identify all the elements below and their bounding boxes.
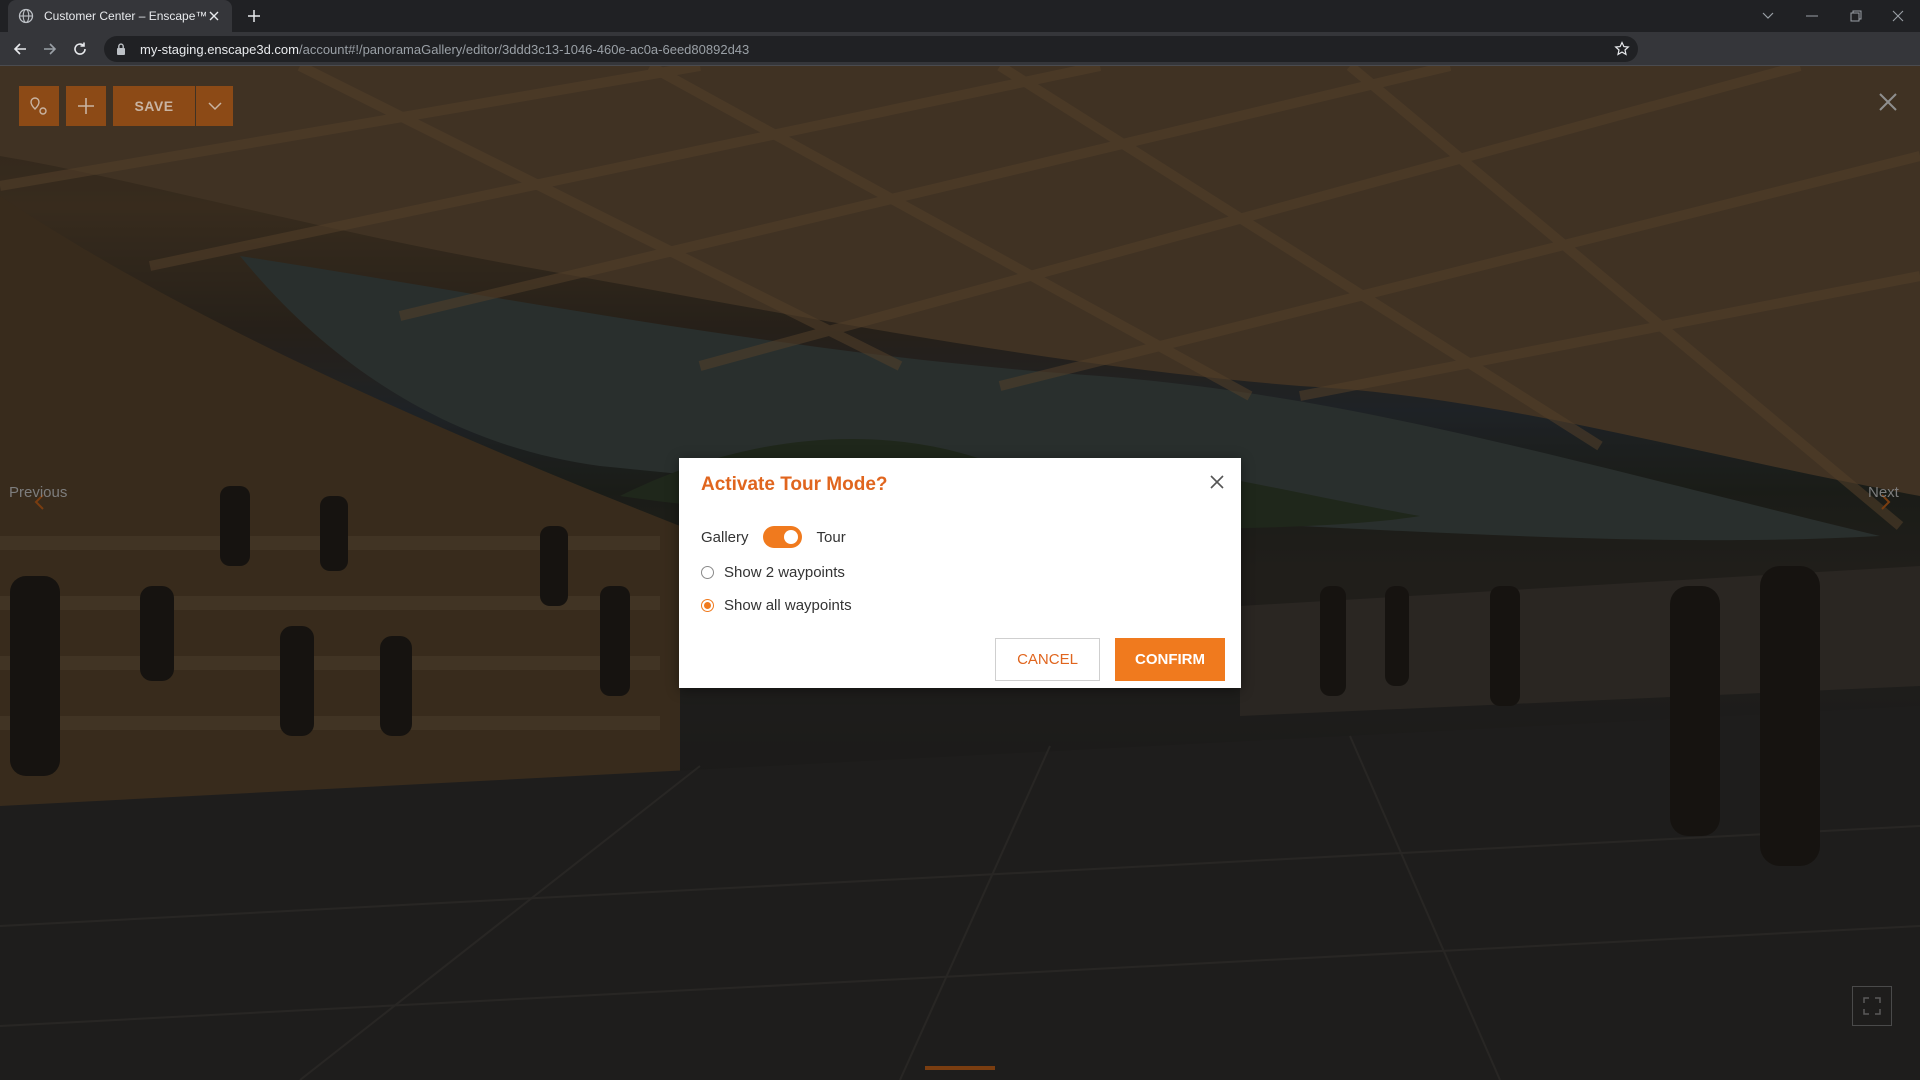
- chevron-down-icon: [207, 101, 222, 111]
- chevron-down-icon[interactable]: [1748, 0, 1788, 32]
- mode-toggle[interactable]: [762, 526, 802, 548]
- url-input[interactable]: my-staging.enscape3d.com/account#!/panor…: [104, 36, 1638, 62]
- save-button[interactable]: SAVE: [113, 86, 195, 126]
- gallery-label: Gallery: [701, 528, 749, 546]
- fullscreen-button[interactable]: [1852, 986, 1892, 1026]
- reload-icon[interactable]: [68, 37, 92, 61]
- radio-button[interactable]: [701, 599, 714, 612]
- radio-button[interactable]: [701, 566, 714, 579]
- toggle-knob: [783, 530, 798, 544]
- minimize-icon[interactable]: [1792, 0, 1832, 32]
- dialog-title: Activate Tour Mode?: [701, 474, 888, 495]
- add-button[interactable]: [66, 86, 106, 126]
- activate-tour-mode-dialog: Activate Tour Mode? Gallery Tour Show 2 …: [679, 458, 1241, 688]
- fullscreen-icon: [1863, 997, 1881, 1015]
- add-waypoint-button[interactable]: [19, 86, 59, 126]
- location-pin-icon: [28, 95, 50, 117]
- plus-icon[interactable]: [244, 6, 264, 26]
- address-bar-row: my-staging.enscape3d.com/account#!/panor…: [0, 32, 1920, 66]
- close-icon[interactable]: [1878, 0, 1918, 32]
- arrow-right-icon[interactable]: [38, 37, 62, 61]
- close-icon[interactable]: [206, 8, 222, 24]
- option-label: Show all waypoints: [724, 597, 852, 614]
- browser-tab-bar: Customer Center – Enscape™: [0, 0, 1920, 32]
- next-button[interactable]: Next: [1868, 484, 1899, 501]
- close-icon[interactable]: [1207, 472, 1227, 492]
- option-show-2-waypoints[interactable]: Show 2 waypoints: [701, 564, 845, 581]
- tour-label: Tour: [816, 528, 846, 546]
- star-icon[interactable]: [1614, 41, 1630, 57]
- cancel-button[interactable]: CANCEL: [995, 638, 1100, 681]
- option-show-all-waypoints[interactable]: Show all waypoints: [701, 597, 852, 614]
- page-indicator: [925, 1066, 995, 1070]
- arrow-left-icon[interactable]: [8, 37, 32, 61]
- globe-icon: [18, 8, 34, 24]
- plus-icon: [76, 96, 96, 116]
- browser-tab[interactable]: Customer Center – Enscape™: [8, 0, 232, 32]
- mode-toggle-row: Gallery Tour: [701, 526, 846, 548]
- previous-button[interactable]: Previous: [9, 484, 67, 501]
- close-icon[interactable]: [1872, 86, 1904, 118]
- option-label: Show 2 waypoints: [724, 564, 845, 581]
- restore-icon[interactable]: [1836, 0, 1876, 32]
- save-options-dropdown[interactable]: [196, 86, 233, 126]
- confirm-button[interactable]: CONFIRM: [1115, 638, 1225, 681]
- tab-title: Customer Center – Enscape™: [44, 9, 206, 23]
- lock-icon: [114, 42, 128, 56]
- url-text: my-staging.enscape3d.com/account#!/panor…: [140, 41, 750, 57]
